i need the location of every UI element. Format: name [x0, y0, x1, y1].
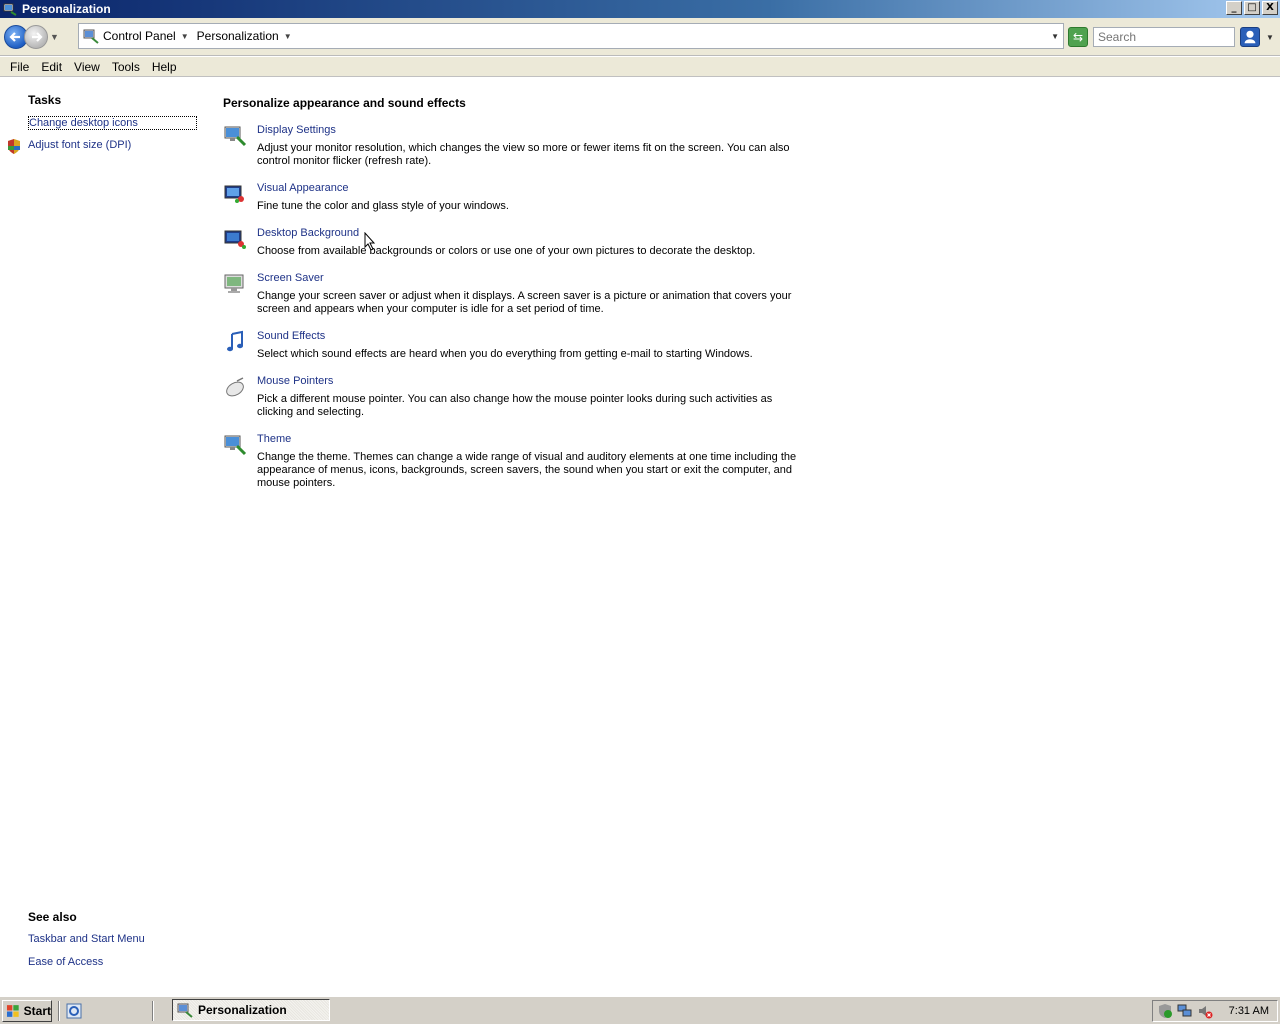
security-shield-icon[interactable]: [1157, 1003, 1173, 1019]
visual-appearance-description: Fine tune the color and glass style of y…: [257, 200, 509, 212]
windows-flag-icon: [6, 1004, 19, 1017]
search-input[interactable]: [1093, 27, 1235, 47]
refresh-icon: ⇆: [1072, 30, 1084, 44]
breadcrumb-label: Personalization: [196, 29, 279, 43]
adjust-font-size-link[interactable]: Adjust font size (DPI): [28, 139, 131, 151]
display-settings-description: Adjust your monitor resolution, which ch…: [257, 142, 790, 167]
screen-saver-link[interactable]: Screen Saver: [257, 272, 324, 284]
back-arrow-icon: [9, 31, 20, 42]
mouse-cursor-icon: [364, 232, 376, 251]
search-button[interactable]: [1240, 27, 1260, 47]
volume-muted-icon[interactable]: [1197, 1003, 1213, 1019]
ease-of-access-link[interactable]: Ease of Access: [28, 956, 103, 968]
server-manager-icon[interactable]: [66, 1003, 82, 1019]
display-settings-link[interactable]: Display Settings: [257, 124, 336, 136]
quick-launch-separator: [58, 1000, 60, 1021]
page-title: Personalize appearance and sound effects: [223, 96, 466, 110]
start-button[interactable]: Start: [2, 999, 52, 1022]
breadcrumb-chevron-icon[interactable]: ▼: [181, 32, 189, 41]
breadcrumb-control-panel[interactable]: Control Panel ▼: [103, 29, 189, 43]
clock[interactable]: 7:31 AM: [1229, 1005, 1269, 1017]
breadcrumb-label: Control Panel: [103, 29, 176, 43]
music-note-icon: [227, 330, 243, 352]
display-settings-icon: [224, 126, 247, 147]
forward-arrow-icon: [32, 31, 43, 42]
uac-shield-icon: [8, 139, 20, 154]
breadcrumb-personalization[interactable]: Personalization ▼: [197, 29, 292, 43]
taskbar-button-personalization[interactable]: Personalization: [172, 999, 330, 1021]
visual-appearance-icon: [224, 185, 244, 203]
window-title: Personalization: [22, 2, 111, 16]
theme-icon: [224, 435, 247, 456]
start-label: Start: [23, 1003, 51, 1018]
task-pane: Tasks Change desktop icons Adjust font s…: [0, 78, 210, 994]
taskbar-button-label: Personalization: [198, 1003, 287, 1017]
menu-view[interactable]: View: [68, 60, 106, 74]
menu-edit[interactable]: Edit: [35, 60, 68, 74]
restore-button[interactable]: □: [1244, 1, 1260, 15]
mouse-icon: [226, 377, 244, 397]
personalization-app-icon: [177, 1003, 193, 1018]
desktop-background-icon: [224, 230, 246, 249]
desktop-background-link[interactable]: Desktop Background: [257, 227, 359, 239]
see-also-heading: See also: [28, 910, 77, 924]
mouse-pointers-link[interactable]: Mouse Pointers: [257, 375, 333, 387]
menu-file[interactable]: File: [4, 60, 35, 74]
screen-saver-description: Change your screen saver or adjust when …: [257, 290, 792, 315]
taskbar: Start Personalization 7:31 AM: [0, 996, 1280, 1024]
close-button[interactable]: X: [1262, 1, 1278, 15]
address-toolbar: ▼ Control Panel ▼ Personalization ▼ ▼ ⇆ ▼: [0, 18, 1280, 56]
content-area: Tasks Change desktop icons Adjust font s…: [0, 78, 1280, 994]
address-field[interactable]: Control Panel ▼ Personalization ▼ ▼: [78, 23, 1064, 49]
desktop-background-description: Choose from available backgrounds or col…: [257, 245, 756, 257]
recent-pages-dropdown-icon[interactable]: ▼: [50, 32, 60, 42]
screen-saver-icon: [224, 274, 244, 293]
search-options-dropdown-icon[interactable]: ▼: [1266, 33, 1274, 42]
control-panel-icon: [83, 29, 99, 44]
menu-help[interactable]: Help: [146, 60, 183, 74]
sound-effects-link[interactable]: Sound Effects: [257, 330, 325, 342]
network-icon[interactable]: [1177, 1003, 1193, 1019]
menu-bar: File Edit View Tools Help: [0, 57, 1280, 77]
breadcrumb-chevron-icon[interactable]: ▼: [284, 32, 292, 41]
menu-tools[interactable]: Tools: [106, 60, 146, 74]
system-tray: 7:31 AM: [1152, 1000, 1278, 1022]
minimize-button[interactable]: _: [1226, 1, 1242, 15]
taskbar-start-menu-link[interactable]: Taskbar and Start Menu: [28, 933, 145, 945]
theme-description: Change the theme. Themes can change a wi…: [257, 451, 797, 489]
theme-link[interactable]: Theme: [257, 433, 291, 445]
visual-appearance-link[interactable]: Visual Appearance: [257, 182, 349, 194]
sound-effects-description: Select which sound effects are heard whe…: [257, 348, 753, 360]
change-desktop-icons-link[interactable]: Change desktop icons: [28, 116, 197, 130]
search-icon: [1244, 30, 1256, 44]
taskbar-separator: [152, 1000, 154, 1021]
window-titlebar[interactable]: Personalization _ □ X: [0, 0, 1280, 18]
address-history-dropdown-icon[interactable]: ▼: [1051, 32, 1059, 41]
personalization-app-icon: [3, 3, 17, 16]
forward-button[interactable]: [24, 24, 48, 49]
refresh-button[interactable]: ⇆: [1068, 27, 1088, 47]
tasks-heading: Tasks: [28, 93, 62, 107]
mouse-pointers-description: Pick a different mouse pointer. You can …: [257, 393, 773, 418]
